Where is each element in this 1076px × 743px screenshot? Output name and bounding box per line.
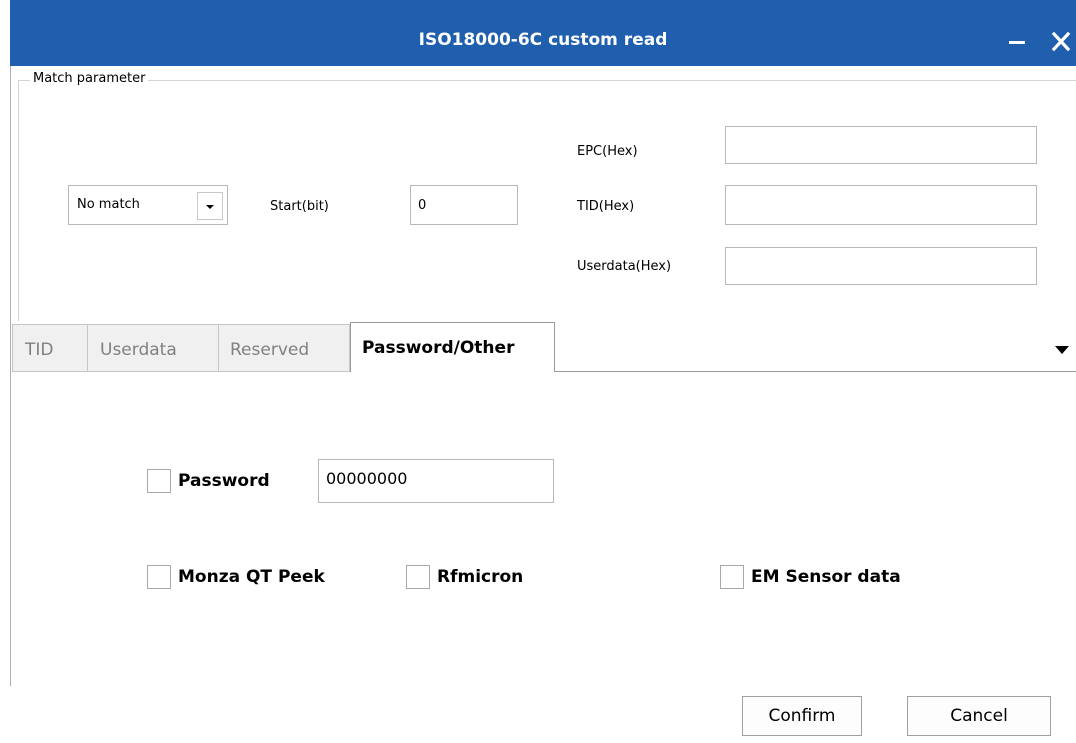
tid-hex-label: TID(Hex) — [577, 199, 635, 214]
password-checkbox[interactable] — [147, 469, 171, 493]
password-input[interactable]: 00000000 — [318, 459, 554, 503]
dropdown-button[interactable] — [197, 192, 223, 220]
epc-hex-label: EPC(Hex) — [577, 144, 638, 159]
match-mode-select[interactable]: No match — [68, 185, 228, 225]
minimize-icon[interactable] — [1004, 31, 1030, 53]
epc-hex-input[interactable] — [725, 126, 1037, 164]
em-sensor-data-checkbox[interactable] — [720, 565, 744, 589]
userdata-hex-label: Userdata(Hex) — [577, 259, 672, 274]
tab-strip-line — [554, 371, 1076, 372]
tab-reserved[interactable]: Reserved — [218, 324, 350, 372]
password-label: Password — [178, 471, 270, 491]
tab-userdata[interactable]: Userdata — [87, 324, 219, 372]
start-bit-label: Start(bit) — [270, 199, 329, 214]
monza-qt-peek-label: Monza QT Peek — [178, 567, 325, 587]
rfmicron-checkbox[interactable] — [406, 565, 430, 589]
match-mode-value: No match — [77, 197, 140, 212]
cancel-button[interactable]: Cancel — [907, 696, 1051, 736]
window-border — [10, 66, 11, 686]
tid-hex-input[interactable] — [725, 185, 1037, 225]
match-parameter-label: Match parameter — [30, 71, 149, 86]
start-bit-input[interactable]: 0 — [410, 185, 518, 225]
title-bar: ISO18000-6C custom read — [10, 0, 1076, 66]
confirm-button[interactable]: Confirm — [742, 696, 862, 736]
window-title: ISO18000-6C custom read — [418, 30, 668, 50]
chevron-down-icon[interactable] — [1054, 340, 1070, 354]
monza-qt-peek-checkbox[interactable] — [147, 565, 171, 589]
tab-password-other[interactable]: Password/Other — [350, 322, 555, 372]
rfmicron-label: Rfmicron — [437, 567, 524, 587]
em-sensor-data-label: EM Sensor data — [751, 567, 901, 587]
close-icon[interactable] — [1047, 31, 1075, 53]
chevron-down-icon — [206, 205, 214, 209]
tab-tid[interactable]: TID — [12, 324, 88, 372]
userdata-hex-input[interactable] — [725, 247, 1037, 285]
